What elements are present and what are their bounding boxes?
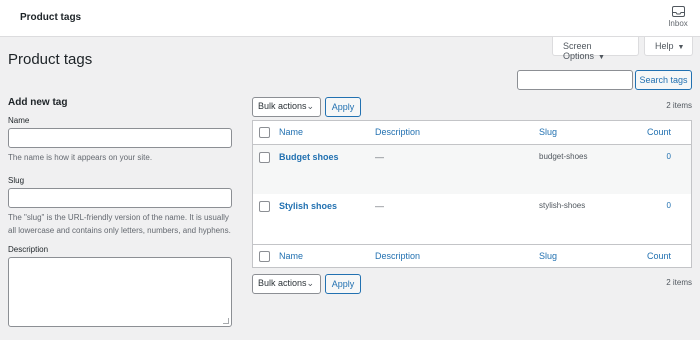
tag-slug: budget-shoes xyxy=(539,152,588,161)
slug-help: The "slug" is the URL-friendly version o… xyxy=(8,213,231,235)
inbox-button[interactable]: Inbox xyxy=(666,6,690,28)
description-field[interactable] xyxy=(8,257,232,327)
table-row: Stylish shoes — stylish-shoes 0 xyxy=(253,194,691,244)
column-slug[interactable]: Slug xyxy=(539,127,557,137)
column-description[interactable]: Description xyxy=(375,251,420,261)
row-checkbox[interactable] xyxy=(259,152,270,163)
tag-name-link[interactable]: Budget shoes xyxy=(279,152,339,162)
items-count: 2 items xyxy=(666,101,692,110)
inbox-label: Inbox xyxy=(668,19,688,28)
triangle-down-icon: ▼ xyxy=(677,44,685,51)
help-button[interactable]: Help ▼ xyxy=(644,37,693,56)
tag-description: — xyxy=(375,152,384,162)
select-all-checkbox-footer[interactable] xyxy=(259,251,270,262)
bulk-actions-label: Bulk actions xyxy=(258,101,307,111)
tag-count-link[interactable]: 0 xyxy=(667,152,671,161)
bulk-actions-label: Bulk actions xyxy=(258,278,307,288)
tags-table: Name Description Slug Count Budget shoes… xyxy=(252,120,692,268)
column-slug[interactable]: Slug xyxy=(539,251,557,261)
column-count[interactable]: Count xyxy=(647,127,671,137)
apply-button[interactable]: Apply xyxy=(325,97,361,117)
tag-slug: stylish-shoes xyxy=(539,201,586,210)
search-input[interactable] xyxy=(517,70,633,90)
name-help: The name is how it appears on your site. xyxy=(8,153,153,162)
select-all-checkbox[interactable] xyxy=(259,127,270,138)
name-label: Name xyxy=(8,116,30,125)
help-label: Help xyxy=(655,41,674,51)
screen-options-label: Screen Options xyxy=(563,41,595,61)
bulk-actions-bottom: Bulk actions ⌄ Apply xyxy=(252,274,361,294)
apply-button[interactable]: Apply xyxy=(325,274,361,294)
add-tag-heading: Add new tag xyxy=(8,97,68,108)
table-footer: Name Description Slug Count xyxy=(253,244,691,268)
chevron-down-icon: ⌄ xyxy=(306,101,314,111)
chevron-down-icon: ⌄ xyxy=(306,278,314,288)
screen-options-button[interactable]: Screen Options ▼ xyxy=(552,37,639,61)
search-tags-button[interactable]: Search tags xyxy=(635,70,692,90)
bulk-actions-top: Bulk actions ⌄ Apply xyxy=(252,97,361,117)
resize-handle[interactable] xyxy=(223,318,229,324)
add-tag-form: Add new tag Name The name is how it appe… xyxy=(8,97,232,327)
slug-label: Slug xyxy=(8,176,25,185)
triangle-down-icon: ▼ xyxy=(598,54,605,61)
description-label: Description xyxy=(8,245,49,254)
page-title: Product tags xyxy=(8,51,93,68)
name-field[interactable] xyxy=(8,128,232,148)
items-count: 2 items xyxy=(666,278,692,287)
tag-name-link[interactable]: Stylish shoes xyxy=(279,201,337,211)
column-count[interactable]: Count xyxy=(647,251,671,261)
row-checkbox[interactable] xyxy=(259,201,270,212)
bulk-actions-select[interactable]: Bulk actions ⌄ xyxy=(252,274,321,294)
column-name[interactable]: Name xyxy=(279,127,303,137)
tag-count-link[interactable]: 0 xyxy=(667,201,671,210)
top-bar: Product tags Inbox xyxy=(0,0,700,37)
inbox-icon xyxy=(671,6,685,17)
column-description[interactable]: Description xyxy=(375,127,420,137)
table-row: Budget shoes — budget-shoes 0 xyxy=(253,145,691,194)
column-name[interactable]: Name xyxy=(279,251,303,261)
table-header: Name Description Slug Count xyxy=(253,121,691,145)
topbar-title: Product tags xyxy=(20,12,82,23)
tag-description: — xyxy=(375,201,384,211)
bulk-actions-select[interactable]: Bulk actions ⌄ xyxy=(252,97,321,117)
slug-field[interactable] xyxy=(8,188,232,208)
